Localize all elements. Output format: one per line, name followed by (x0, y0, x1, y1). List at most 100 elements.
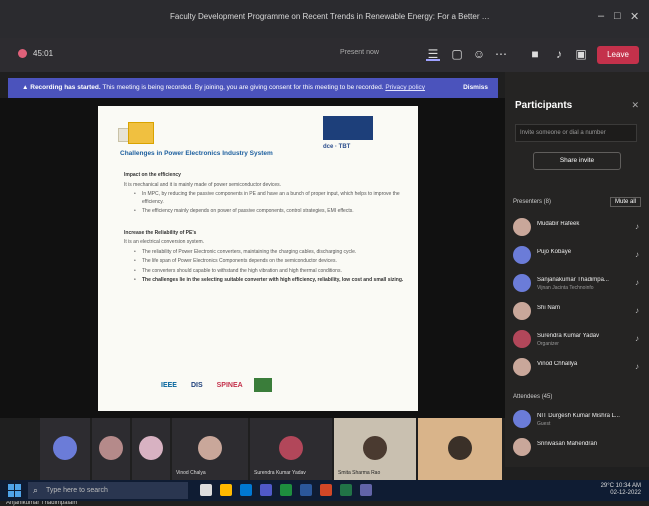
video-tile[interactable]: Surendra Kumar Yadav (250, 418, 332, 480)
bullet-list: The reliability of Power Electronic conv… (134, 249, 404, 285)
presenters-header[interactable]: Presenters (8) (513, 199, 551, 205)
maximize-icon[interactable]: □ (614, 10, 621, 22)
app-icon[interactable] (360, 484, 372, 496)
recording-banner: ▲ Recording has started. This meeting is… (8, 78, 498, 98)
dis-logo: DIS (190, 381, 203, 389)
attendee-row[interactable]: NIT Durgesh Kumar Mishra L... Guest (513, 408, 641, 432)
dismiss-button[interactable]: Dismiss (463, 78, 488, 98)
participants-panel: Participants ✕ Invite someone or dial a … (505, 72, 649, 467)
avatar (513, 410, 531, 428)
edge-icon[interactable] (240, 484, 252, 496)
participants-icon[interactable]: ☰ (426, 47, 440, 61)
programme-logo (128, 122, 154, 144)
bullet-list: In MPC, by reducing the passive componen… (134, 191, 404, 216)
powerpoint-icon[interactable] (320, 484, 332, 496)
minimize-icon[interactable]: – (598, 10, 604, 22)
avatar (513, 218, 531, 236)
share-invite-label: Share invite (559, 157, 595, 164)
list-item: The converters should capable to withsta… (134, 268, 404, 276)
slide-heading: Challenges in Power Electronics Industry… (120, 150, 273, 157)
reactions-icon[interactable]: ☺ (472, 47, 486, 61)
mic-off-icon: ♪ (635, 222, 639, 231)
video-tile[interactable] (40, 418, 90, 480)
participant-name: Vinod Chhallya (537, 361, 578, 367)
participant-row[interactable]: Vinod Chhallya ♪ (513, 356, 641, 380)
leave-button[interactable]: Leave (597, 46, 639, 64)
tile-name: Smita Sharma Rao (338, 470, 381, 476)
camera-person (448, 436, 472, 460)
window-title: Faculty Development Programme on Recent … (170, 12, 490, 21)
video-tile[interactable] (92, 418, 130, 480)
participant-row[interactable]: Sanjanakumar Thadimpa... Vijnan Jacinta … (513, 272, 641, 296)
meeting-toolbar: 45:01 Present now ☰ ▢ ☺ ⋯ ■ ♪ ▣ Leave (0, 38, 649, 72)
participant-name: Mudabir Rafeek (537, 221, 580, 227)
section-text: It is mechanical and it is mainly made o… (124, 181, 282, 188)
mute-all-button[interactable]: Mute all (609, 197, 641, 207)
taskbar-search-input[interactable]: Type here to search (28, 482, 188, 499)
avatar (513, 246, 531, 264)
slide-body: Impact on the efficiency It is mechanica… (124, 172, 404, 287)
weather-text: 29°C (600, 483, 614, 489)
attendee-sub: Guest (537, 421, 551, 427)
avatar (279, 436, 303, 460)
chrome-icon[interactable] (280, 484, 292, 496)
camera-person (363, 436, 387, 460)
attendee-name: NIT Durgesh Kumar Mishra L... (537, 413, 620, 419)
avatar (99, 436, 123, 460)
shared-slide: dce · TBT Challenges in Power Electronic… (98, 106, 418, 411)
attendees-header[interactable]: Attendees (45) (513, 394, 552, 400)
share-screen-icon[interactable]: ▣ (574, 47, 588, 61)
participant-name: Surendra Kumar Yadav (537, 333, 600, 339)
close-icon[interactable]: ✕ (630, 10, 639, 23)
shield-icon (18, 49, 27, 58)
recording-text: This meeting is being recorded. By joini… (102, 84, 384, 91)
windows-taskbar: Type here to search 29°C 10:34 AM 02-12-… (0, 480, 649, 501)
list-item: The reliability of Power Electronic conv… (134, 249, 404, 257)
list-item: In MPC, by reducing the passive componen… (134, 191, 404, 206)
teams-icon[interactable] (260, 484, 272, 496)
mic-on-icon: ♪ (635, 278, 639, 287)
word-icon[interactable] (300, 484, 312, 496)
participant-row[interactable]: Pujo Kobaye ♪ (513, 244, 641, 268)
participant-row[interactable]: Surendra Kumar Yadav Organizer ♪ (513, 328, 641, 352)
mic-off-icon: ♪ (635, 306, 639, 315)
video-tile[interactable] (132, 418, 170, 480)
file-explorer-icon[interactable] (220, 484, 232, 496)
attendee-name: Srinivasan Mahendran (537, 441, 598, 447)
participant-row[interactable]: Shi Nam ♪ (513, 300, 641, 324)
participant-row[interactable]: Mudabir Rafeek ♪ (513, 216, 641, 240)
chat-icon[interactable]: ▢ (450, 47, 464, 61)
task-view-icon[interactable] (200, 484, 212, 496)
info-icon: ▲ (22, 84, 31, 91)
tile-name: Vinod Chalya (176, 470, 206, 476)
partner-logos: dce · TBT (323, 144, 351, 150)
avatar (513, 274, 531, 292)
microphone-icon[interactable]: ♪ (552, 47, 566, 61)
privacy-policy-link[interactable]: Privacy policy (385, 84, 425, 91)
video-tile-camera[interactable] (418, 418, 502, 480)
avatar (513, 438, 531, 456)
list-item: The challenges lie in the selecting suit… (134, 277, 404, 285)
tile-name: Surendra Kumar Yadav (254, 470, 306, 476)
present-now-label: Present now (340, 49, 379, 56)
invite-search-input[interactable]: Invite someone or dial a number (515, 124, 637, 142)
mic-off-icon: ♪ (635, 362, 639, 371)
title-bar: Faculty Development Programme on Recent … (0, 0, 649, 38)
camera-icon[interactable]: ■ (528, 47, 542, 61)
video-tile[interactable]: Vinod Chalya (172, 418, 248, 480)
video-tile-camera[interactable]: Smita Sharma Rao (334, 418, 416, 480)
excel-icon[interactable] (340, 484, 352, 496)
clock-time: 10:34 AM (615, 483, 641, 489)
avatar (139, 436, 163, 460)
more-options-icon[interactable]: ⋯ (494, 47, 508, 61)
participant-sub: Vijnan Jacinta Technoinfo (537, 285, 594, 291)
windows-start-icon[interactable] (8, 484, 21, 497)
shared-screen-stage: dce · TBT Challenges in Power Electronic… (0, 98, 505, 506)
close-panel-icon[interactable]: ✕ (631, 100, 639, 111)
share-invite-button[interactable]: Share invite (533, 152, 621, 170)
leave-label: Leave (607, 50, 629, 59)
spinea-logo: SPINEA (216, 381, 243, 389)
attendee-row[interactable]: Srinivasan Mahendran (513, 436, 641, 460)
mic-off-icon: ♪ (635, 250, 639, 259)
system-tray[interactable]: 29°C 10:34 AM 02-12-2022 (601, 483, 641, 497)
